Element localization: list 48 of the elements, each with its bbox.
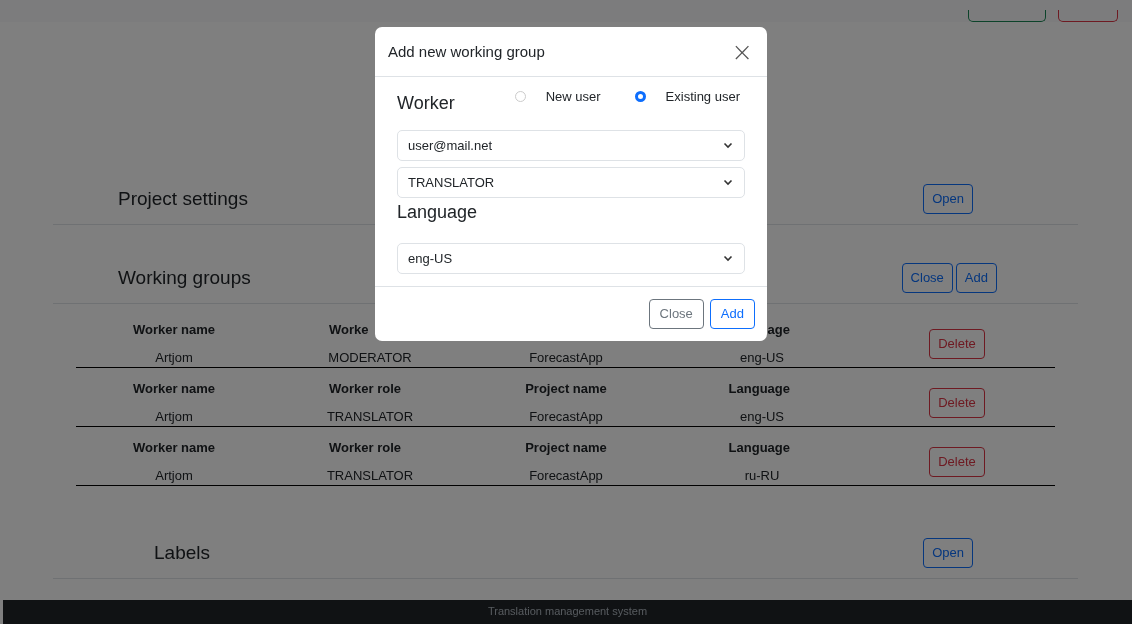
table-cell: eng-US [739,409,785,425]
modal-title: Add new working group [388,43,545,60]
table-cell: TRANSLATOR [326,468,414,484]
column-header: Language [728,381,790,397]
radio-label[interactable]: New user [545,89,601,104]
column-header: Worker name [132,322,216,338]
table-cell: Artjom [155,350,193,366]
section-title: Labels [154,542,210,564]
table-cell: ForecastApp [529,409,603,425]
radio-label[interactable]: Existing user [665,89,740,104]
modal-button[interactable]: Close [648,299,704,329]
field-label: Worker [397,93,455,114]
delete-button[interactable]: Delete [929,388,985,418]
section-button[interactable]: Open [923,184,973,214]
delete-button[interactable]: Delete [929,447,985,477]
modal-button[interactable]: Add [709,299,755,329]
table-cell: Artjom [155,409,193,425]
select-field[interactable]: eng-US [397,242,745,274]
table-cell: ForecastApp [529,468,603,484]
nav-button[interactable] [968,10,1046,22]
nav-button[interactable] [1058,10,1118,22]
footer-text: Translation management system [487,605,648,619]
table-cell: MODERATOR [328,350,412,366]
table-cell: ru-RU [744,468,780,484]
column-header: Language [728,440,790,456]
section-title: Project settings [118,188,248,210]
select-field[interactable]: TRANSLATOR [397,166,745,198]
table-cell: TRANSLATOR [326,409,414,425]
select-field[interactable]: user@mail.net [397,129,745,161]
column-header: Project name [525,440,607,456]
delete-button[interactable]: Delete [929,329,985,359]
column-header: Worker role [329,381,401,397]
table-cell: Artjom [155,468,193,484]
section-button[interactable]: Add [955,263,997,293]
radio-button[interactable] [634,91,646,102]
section-button[interactable]: Close [901,263,953,293]
table-cell: ForecastApp [529,350,603,366]
section-title: Working groups [118,267,251,289]
column-header: Project name [525,381,607,397]
column-header: age [767,322,790,338]
field-label: Language [397,201,479,223]
column-header: Worker name [132,440,216,456]
section-button[interactable]: Open [923,538,973,568]
close-button[interactable]: × [727,38,757,65]
column-header: Worke [329,322,369,338]
table-cell: eng-US [739,350,785,366]
column-header: Worker name [132,381,216,397]
column-header: Worker role [329,440,401,456]
